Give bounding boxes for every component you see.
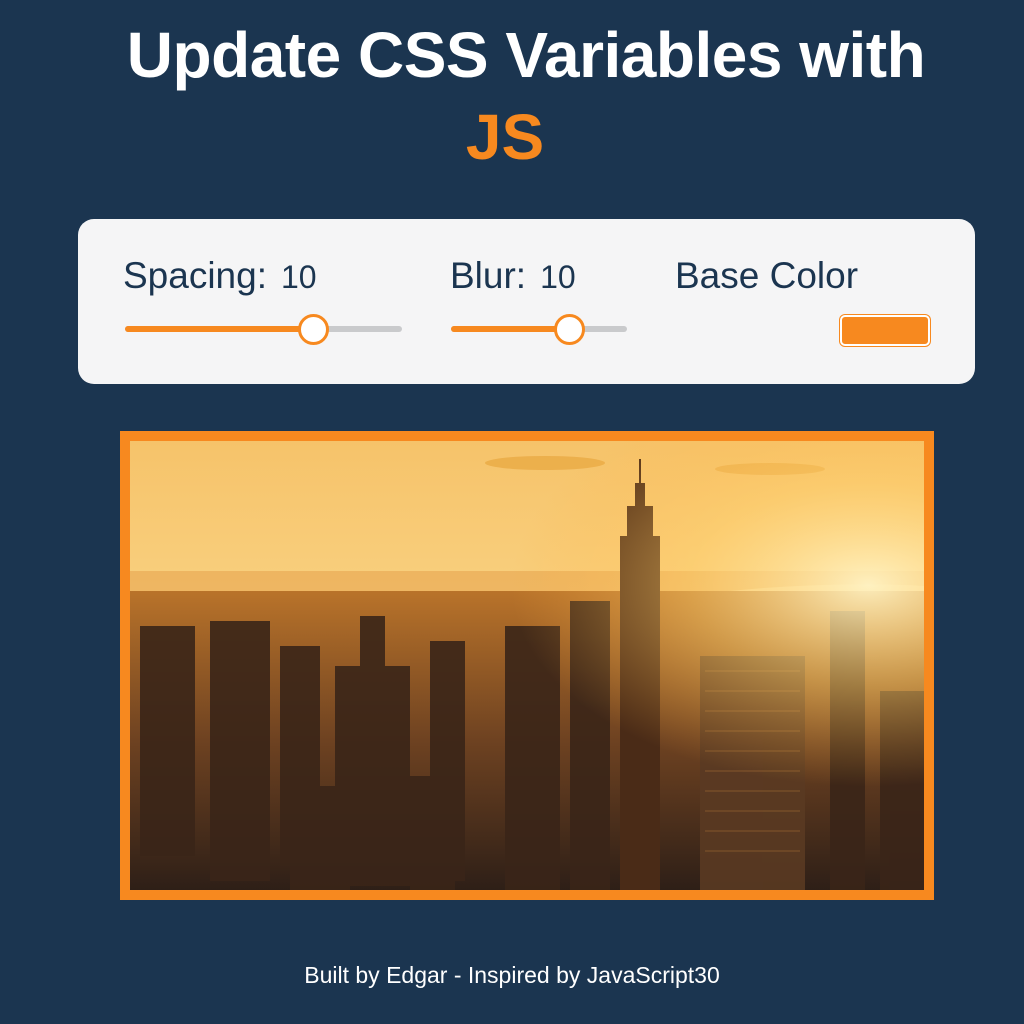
blur-slider[interactable] [451,314,627,345]
blur-slider-fill [451,326,569,332]
blur-label: Blur: [450,255,527,296]
title-accent: JS [465,101,545,173]
page: Update CSS Variables with JS Spacing: 10 … [0,0,1024,1024]
city-skyline-image [120,431,934,900]
blur-slider-thumb[interactable] [553,314,585,345]
blur-value: 10 [540,259,576,295]
spacing-control-label: Spacing: 10 [123,255,317,297]
blur-control-label: Blur: 10 [450,255,576,297]
spacing-value: 10 [281,259,317,295]
title-main: Update CSS Variables with [126,19,926,91]
spacing-slider[interactable] [125,314,402,345]
page-title: Update CSS Variables with JS [0,14,1024,178]
controls-panel: Spacing: 10 Blur: 10 Base Color [78,219,975,384]
base-color-picker[interactable] [840,315,930,346]
skyline-illustration [130,441,924,890]
spacing-label: Spacing: [123,255,267,296]
spacing-slider-fill [125,326,314,332]
base-color-label: Base Color [675,255,859,296]
footer-credit: Built by Edgar - Inspired by JavaScript3… [304,962,720,988]
spacing-slider-thumb[interactable] [298,314,330,345]
